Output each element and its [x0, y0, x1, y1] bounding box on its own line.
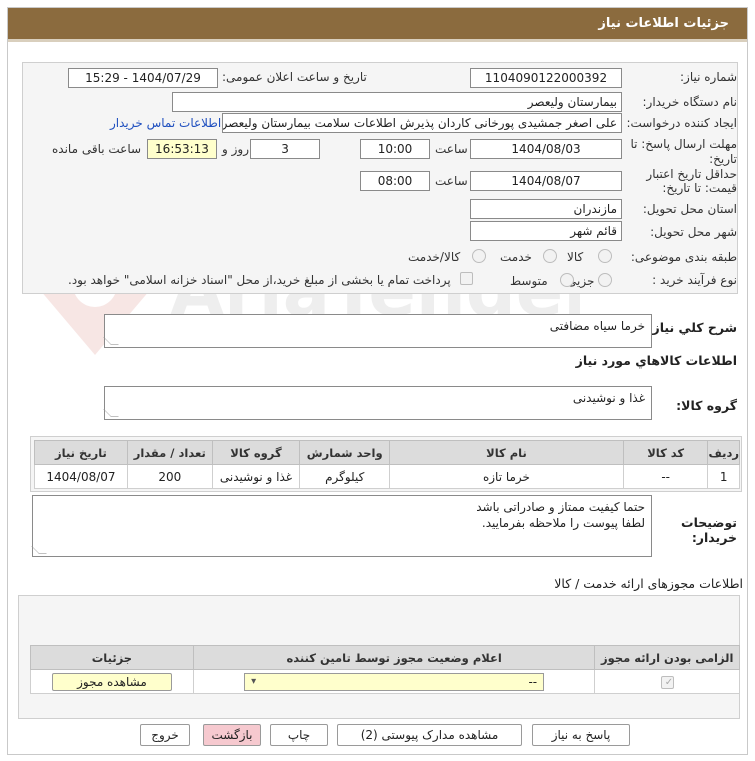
permit-details-cell: مشاهده مجوز: [30, 669, 194, 694]
category-radio-service[interactable]: [543, 249, 557, 263]
province-field: مازندران: [470, 199, 622, 219]
treasury-payment-checkbox[interactable]: [460, 272, 473, 285]
resize-handle-icon[interactable]: [31, 546, 47, 554]
buyer-notes-textarea[interactable]: حتما کیفیت ممتاز و صادراتی باشد لطفا پیو…: [31, 495, 652, 557]
buyer-contact-link[interactable]: اطلاعات تماس خریدار: [110, 116, 221, 130]
permit-col-details: جزئیات: [30, 645, 194, 670]
buyer-notes-label-2: خریدار:: [691, 530, 737, 545]
back-button[interactable]: بازگشت: [203, 724, 261, 746]
city-field: قائم شهر: [470, 221, 622, 241]
process-label: نوع فرآیند خرید :: [652, 273, 737, 287]
process-option-medium: متوسط: [510, 274, 548, 288]
cell-name: خرما تازه: [389, 464, 624, 489]
resize-handle-icon[interactable]: [103, 409, 119, 417]
permit-status-value: --: [528, 674, 538, 689]
days-remaining-field: 3: [250, 139, 320, 159]
table-row: ✓ -- ▾ مشاهده مجوز: [30, 669, 740, 694]
permits-section-title: اطلاعات مجوزهای ارائه خدمت / کالا: [554, 576, 743, 591]
deadline-time-field: 10:00: [360, 139, 430, 159]
permit-required-checkbox: ✓: [660, 675, 674, 689]
remaining-label: ساعت باقی مانده: [52, 142, 142, 156]
col-header-name: نام کالا: [389, 440, 624, 465]
buyer-notes-label: توضیحات: [681, 515, 737, 530]
permit-required-cell: ✓: [594, 669, 740, 694]
reply-button[interactable]: پاسخ به نیاز: [532, 724, 630, 746]
col-header-code: کد کالا: [622, 440, 709, 465]
description-textarea[interactable]: خرما سیاه مضافتی: [103, 314, 652, 348]
deadline-label-date: تاریخ:: [709, 152, 737, 166]
goods-section-title: اطلاعات كالاهاي مورد نياز: [575, 353, 737, 368]
cell-qty: 200: [126, 464, 213, 489]
validity-date-field: 1404/08/07: [470, 171, 622, 191]
creator-field: علی اصغر جمشیدی پورخانی کاردان پذیرش اطل…: [222, 113, 622, 133]
permit-col-required: الزامی بودن ارائه مجوز: [594, 645, 740, 670]
category-radio-both[interactable]: [472, 249, 486, 263]
view-permit-button[interactable]: مشاهده مجوز: [51, 672, 172, 691]
description-text: خرما سیاه مضافتی: [549, 319, 645, 333]
col-header-qty: تعداد / مقدار: [126, 440, 213, 465]
deadline-label: مهلت ارسال پاسخ: تا: [630, 137, 737, 151]
description-label: شرح كلي نياز:: [647, 320, 737, 335]
announce-label: تاریخ و ساعت اعلان عمومی:: [222, 70, 367, 84]
col-header-unit: واحد شمارش: [299, 440, 391, 465]
cell-unit: کیلوگرم: [299, 464, 391, 489]
goods-group-textarea[interactable]: غذا و نوشیدنی: [103, 386, 652, 420]
check-icon: ✓: [664, 676, 674, 688]
need-number-label: شماره نیاز:: [680, 70, 737, 84]
validity-time-label: ساعت: [435, 174, 468, 188]
col-header-date: تاریخ نیاز: [34, 440, 128, 465]
city-label: شهر محل تحویل:: [650, 225, 737, 239]
print-button[interactable]: چاپ: [270, 724, 328, 746]
validity-label: حداقل تاریخ اعتبار: [646, 167, 737, 181]
cell-group: غذا و نوشیدنی: [211, 464, 301, 489]
deadline-date-field: 1404/08/03: [470, 139, 622, 159]
col-header-row: ردیف: [707, 440, 740, 465]
province-label: استان محل تحویل:: [642, 202, 737, 216]
permit-col-status: اعلام وضعیت مجوز توسط تامین کننده: [192, 645, 596, 670]
buyer-notes-line-2: لطفا پیوست را ملاحظه بفرمایید.: [481, 516, 645, 530]
process-radio-medium[interactable]: [560, 273, 574, 287]
buyer-notes-line-1: حتما کیفیت ممتاز و صادراتی باشد: [476, 500, 645, 514]
category-option-service: خدمت: [500, 250, 532, 264]
validity-time-field: 08:00: [360, 171, 430, 191]
buyer-org-label: نام دستگاه خریدار:: [642, 95, 738, 109]
goods-group-text: غذا و نوشیدنی: [572, 391, 645, 405]
need-number-field: 1104090122000392: [470, 68, 622, 88]
permit-status-cell: -- ▾: [192, 669, 596, 694]
col-header-group: گروه کالا: [211, 440, 301, 465]
goods-group-label: گروه کالا:: [676, 398, 737, 413]
deadline-time-label: ساعت: [435, 142, 468, 156]
cell-code: --: [622, 464, 709, 489]
exit-button[interactable]: خروج: [140, 724, 190, 746]
process-radio-minor[interactable]: [598, 273, 612, 287]
category-label: طبقه بندی موضوعی:: [630, 250, 737, 264]
chevron-down-icon: ▾: [251, 676, 257, 687]
window-title: جزئیات اطلاعات نیاز: [8, 8, 747, 42]
table-row[interactable]: 1 -- خرما تازه کیلوگرم غذا و نوشیدنی 200…: [34, 464, 740, 489]
permits-table-header: الزامی بودن ارائه مجوز اعلام وضعیت مجوز …: [30, 645, 740, 670]
validity-label-date: قیمت: تا تاریخ:: [662, 181, 737, 195]
category-radio-goods[interactable]: [598, 249, 612, 263]
treasury-payment-note: پرداخت تمام یا بخشی از مبلغ خرید،از محل …: [68, 273, 451, 287]
cell-row: 1: [707, 464, 740, 489]
permit-status-select[interactable]: -- ▾: [244, 672, 545, 691]
remaining-time-field: 16:53:13: [147, 139, 217, 159]
cell-date: 1404/08/07: [34, 464, 128, 489]
category-option-goods: کالا: [567, 250, 584, 264]
creator-label: ایجاد کننده درخواست:: [626, 116, 737, 130]
category-option-both: کالا/خدمت: [408, 250, 461, 264]
goods-table-header: ردیف کد کالا نام کالا واحد شمارش گروه کا…: [34, 440, 740, 465]
buyer-org-field: بیمارستان ولیعصر: [172, 92, 622, 112]
days-and-label: روز و: [222, 142, 249, 156]
announce-datetime-field: 1404/07/29 - 15:29: [68, 68, 218, 88]
permits-table: الزامی بودن ارائه مجوز اعلام وضعیت مجوز …: [30, 645, 740, 694]
view-attachments-button[interactable]: مشاهده مدارک پیوستی (2): [337, 724, 522, 746]
resize-handle-icon[interactable]: [103, 337, 119, 345]
goods-table: ردیف کد کالا نام کالا واحد شمارش گروه کا…: [34, 440, 740, 489]
